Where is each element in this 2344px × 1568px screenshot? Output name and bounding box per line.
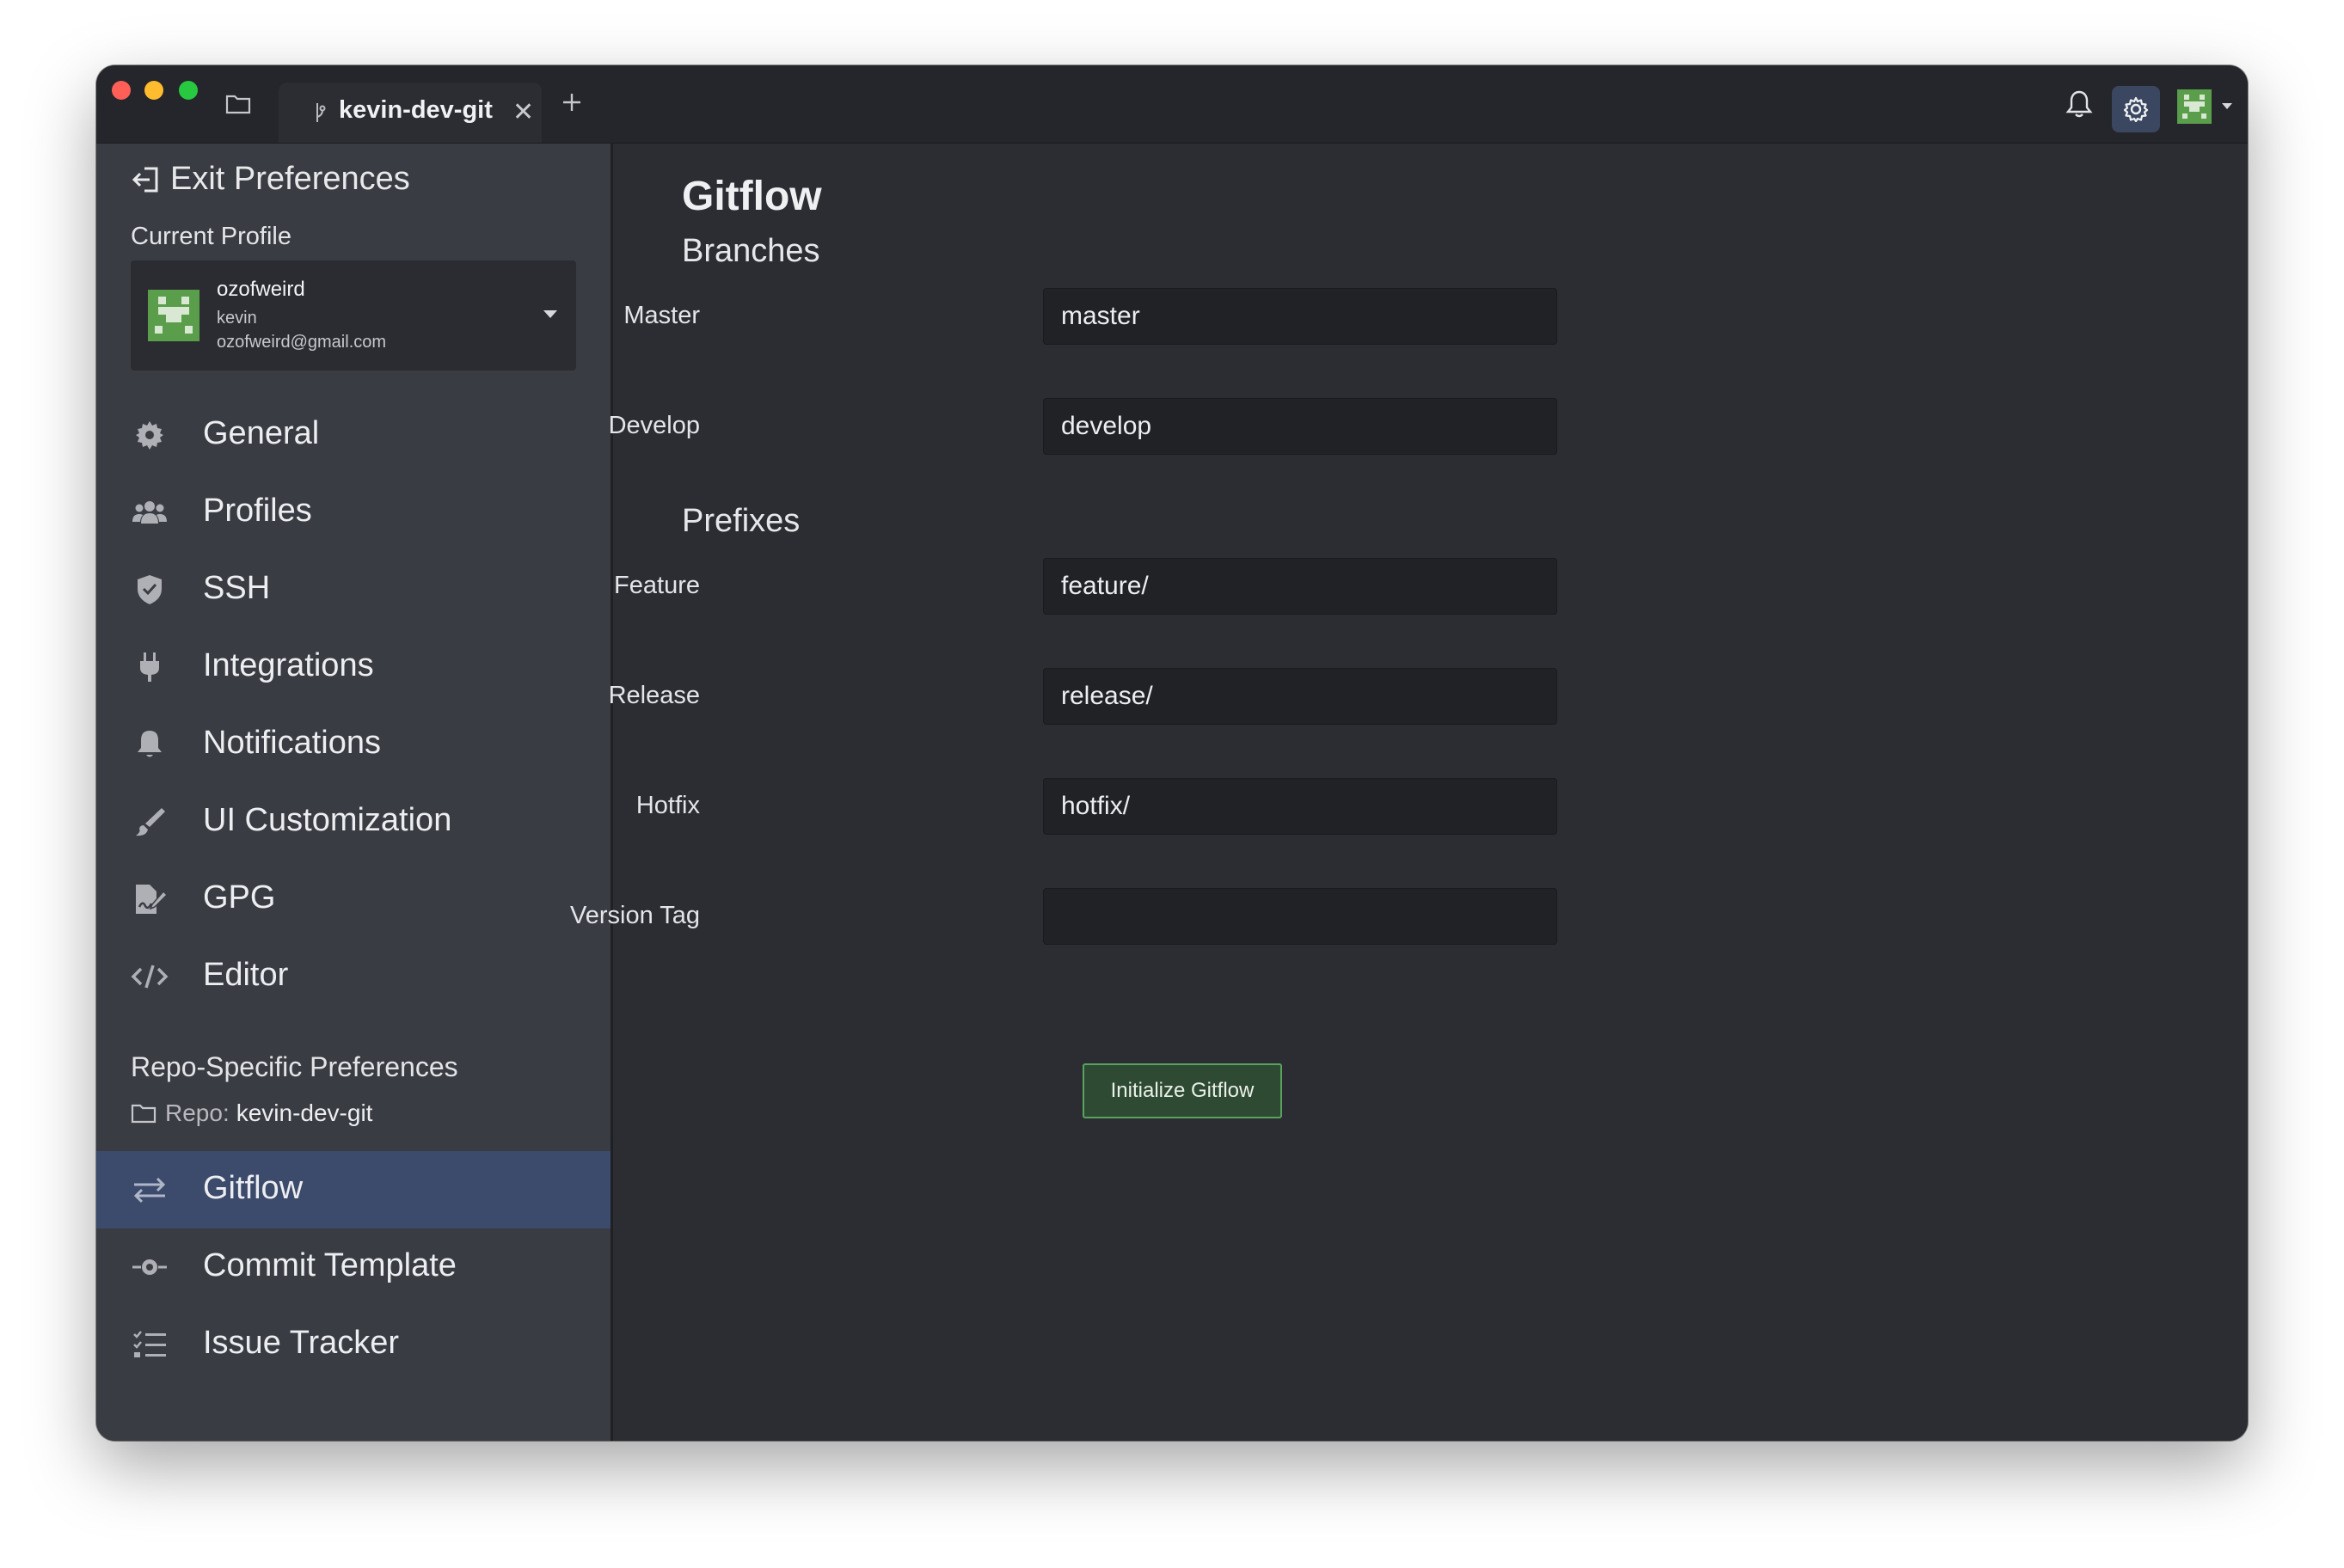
gitflow-preferences-panel: Gitflow Branches Master master Develop d… [570, 144, 2248, 1441]
sidebar-item-label: SSH [203, 570, 271, 606]
sidebar-item-label: Commit Template [203, 1247, 457, 1283]
repo-tab[interactable]: kevin-dev-git ✕ [279, 83, 542, 143]
shield-icon [131, 573, 169, 606]
sidebar-item-issue-tracker[interactable]: Issue Tracker [96, 1306, 611, 1383]
current-profile-label: Current Profile [131, 223, 291, 250]
repo-key: Repo: [165, 1099, 230, 1126]
exit-preferences-label: Exit Preferences [170, 161, 410, 197]
notifications-bell-icon[interactable] [2065, 89, 2093, 119]
hotfix-label: Hotfix [635, 792, 700, 819]
version-tag-label: Version Tag [569, 902, 700, 929]
version-tag-input[interactable] [1043, 888, 1557, 945]
sidebar-item-gitflow[interactable]: Gitflow [96, 1151, 611, 1228]
sidebar-item-editor[interactable]: Editor [96, 938, 611, 1015]
plug-icon [131, 651, 169, 683]
tab-close-icon[interactable]: ✕ [512, 100, 534, 126]
sidebar-item-label: Gitflow [203, 1170, 304, 1206]
sidebar-item-label: Issue Tracker [203, 1325, 400, 1361]
exit-icon [132, 167, 158, 192]
signature-icon [131, 883, 169, 916]
release-prefix-input[interactable]: release/ [1043, 668, 1557, 725]
commit-icon [131, 1251, 169, 1283]
repo-preferences-header: Repo-Specific Preferences [131, 1051, 458, 1082]
app-window: kevin-dev-git ✕ Exit Preferences Current… [96, 65, 2248, 1441]
exit-preferences-link[interactable]: Exit Preferences [131, 161, 410, 198]
master-branch-input[interactable]: master [1043, 288, 1557, 345]
develop-branch-input[interactable]: develop [1043, 398, 1557, 455]
arrows-icon [131, 1173, 169, 1206]
account-avatar-menu[interactable] [2177, 89, 2237, 124]
profile-avatar [148, 290, 199, 341]
sidebar-item-label: Editor [203, 957, 289, 993]
code-icon [131, 960, 169, 993]
bell-icon [131, 728, 169, 761]
profile-username: kevin [217, 309, 257, 328]
close-window-button[interactable] [112, 81, 131, 100]
sidebar-item-label: Notifications [203, 725, 381, 761]
maximize-window-button[interactable] [179, 81, 198, 100]
checklist-icon [131, 1328, 169, 1361]
profile-email: ozofweird@gmail.com [217, 333, 387, 352]
sidebar-item-label: Integrations [203, 647, 374, 683]
initialize-gitflow-button[interactable]: Initialize Gitflow [1083, 1063, 1282, 1118]
minimize-window-button[interactable] [144, 81, 163, 100]
folder-icon[interactable] [225, 93, 251, 115]
profile-name: ozofweird [217, 278, 305, 301]
preferences-gear-button[interactable] [2112, 86, 2160, 132]
prefixes-header: Prefixes [682, 503, 801, 539]
sidebar-item-profiles[interactable]: Profiles [96, 474, 611, 551]
feature-prefix-input[interactable]: feature/ [1043, 558, 1557, 615]
sidebar-item-label: Profiles [203, 493, 312, 529]
folder-icon [131, 1104, 156, 1124]
gear-icon [131, 419, 169, 451]
sidebar-item-label: General [203, 415, 320, 451]
avatar [2177, 89, 2232, 124]
page-title: Gitflow [682, 174, 822, 219]
feature-label: Feature [614, 572, 700, 599]
repo-indicator: Repo: kevin-dev-git [131, 1099, 372, 1127]
tab-label: kevin-dev-git [339, 96, 493, 124]
gear-icon [2123, 96, 2149, 122]
sidebar-item-label: UI Customization [203, 802, 452, 838]
develop-label: Develop [608, 412, 700, 439]
brush-icon [131, 805, 169, 838]
sidebar-item-label: GPG [203, 879, 276, 916]
release-label: Release [608, 682, 700, 709]
users-icon [131, 496, 169, 529]
title-bar: kevin-dev-git ✕ [96, 65, 2248, 144]
hotfix-prefix-input[interactable]: hotfix/ [1043, 778, 1557, 835]
sidebar-item-notifications[interactable]: Notifications [96, 706, 611, 783]
branches-header: Branches [682, 233, 820, 269]
add-tab-icon[interactable] [561, 91, 583, 113]
repo-name: kevin-dev-git [236, 1099, 373, 1126]
master-label: Master [623, 302, 700, 329]
sidebar-item-commit-template[interactable]: Commit Template [96, 1228, 611, 1306]
branch-icon [313, 101, 327, 124]
